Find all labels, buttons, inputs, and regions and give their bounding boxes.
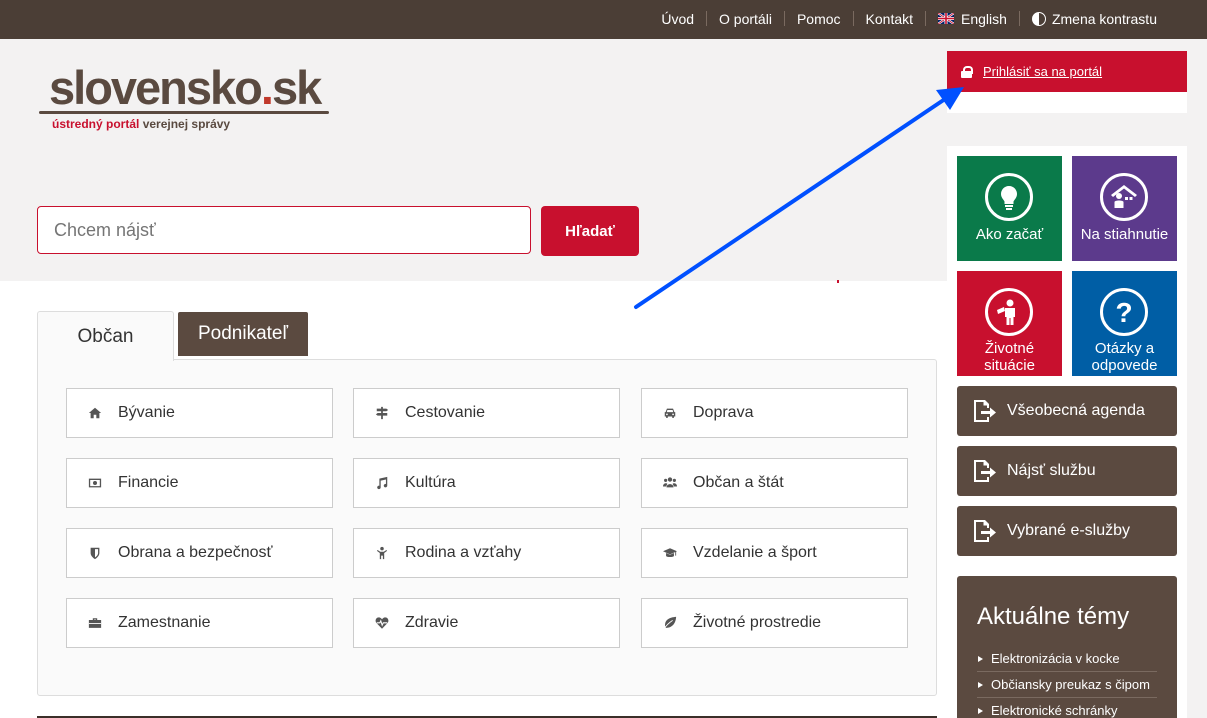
tile-label: Ako začať xyxy=(975,226,1044,243)
search-button[interactable]: Hľadať xyxy=(541,206,639,256)
category-label: Bývanie xyxy=(118,404,175,421)
login-button[interactable]: Prihlásiť sa na portál xyxy=(947,51,1187,92)
document-arrow-icon xyxy=(974,400,996,422)
tile-otazky-a-odpovede[interactable]: ? Otázky a odpovede xyxy=(1072,271,1177,376)
current-topics-list: Elektronizácia v kocke Občiansky preukaz… xyxy=(977,646,1157,718)
category-label: Doprava xyxy=(693,404,754,421)
person-icon xyxy=(985,288,1033,336)
category-label: Obrana a bezpečnosť xyxy=(118,544,273,561)
login-link[interactable]: Prihlásiť sa na portál xyxy=(983,64,1102,79)
leaf-icon xyxy=(662,615,678,631)
portal-logo[interactable]: slovensko.sk ústredný portál verejnej sp… xyxy=(39,60,331,135)
category-label: Zamestnanie xyxy=(118,614,211,631)
tile-ako-zacat[interactable]: Ako začať xyxy=(957,156,1062,261)
category-label: Životné prostredie xyxy=(693,614,822,631)
tile-na-stiahnutie[interactable]: Na stiahnutie xyxy=(1072,156,1177,261)
category-vzdelanie[interactable]: Vzdelanie a šport xyxy=(641,528,908,578)
category-byvanie[interactable]: Bývanie xyxy=(66,388,333,438)
sidebar-item-label: Vybrané e-služby xyxy=(1007,522,1131,539)
sidebar-item-vybrane-e-sluzby[interactable]: Vybrané e-služby xyxy=(957,506,1177,556)
nav-contrast-label: Zmena kontrastu xyxy=(1051,10,1157,27)
money-icon xyxy=(87,475,103,491)
nav-pomoc[interactable]: Pomoc xyxy=(783,11,853,27)
category-zivotne-prostredie[interactable]: Životné prostredie xyxy=(641,598,908,648)
current-topics-title: Aktuálne témy xyxy=(977,603,1130,630)
graduation-cap-icon xyxy=(662,545,678,561)
category-label: Vzdelanie a šport xyxy=(693,544,817,561)
category-doprava[interactable]: Doprava xyxy=(641,388,908,438)
tile-zivotne-situacie[interactable]: Životné situácie xyxy=(957,271,1062,376)
nav-kontakt[interactable]: Kontakt xyxy=(852,11,925,27)
tile-label: Životné situácie xyxy=(984,340,1035,374)
child-icon xyxy=(374,545,390,561)
lock-icon xyxy=(961,65,973,78)
category-zdravie[interactable]: Zdravie xyxy=(353,598,620,648)
document-arrow-icon xyxy=(974,520,996,542)
briefcase-icon xyxy=(87,615,103,631)
signpost-icon xyxy=(374,405,390,421)
lightbulb-icon xyxy=(985,173,1033,221)
car-icon xyxy=(662,405,678,421)
category-label: Cestovanie xyxy=(405,404,486,421)
category-label: Zdravie xyxy=(405,614,459,631)
shield-icon xyxy=(87,545,103,561)
category-label: Rodina a vzťahy xyxy=(405,544,522,561)
home-icon xyxy=(87,405,103,421)
sidebar-item-vseobecna-agenda[interactable]: Všeobecná agenda xyxy=(957,386,1177,436)
category-label: Občan a štát xyxy=(693,474,784,491)
tile-label: Otázky a odpovede xyxy=(1091,340,1158,374)
tab-obcan[interactable]: Občan xyxy=(37,311,174,361)
category-kultura[interactable]: Kultúra xyxy=(353,458,620,508)
nav-english[interactable]: English xyxy=(925,10,1019,27)
tab-podnikatel[interactable]: Podnikateľ xyxy=(178,312,308,356)
music-icon xyxy=(374,475,390,491)
nav-o-portali[interactable]: O portáli xyxy=(706,11,784,27)
topic-link[interactable]: Elektronizácia v kocke xyxy=(977,646,1157,672)
tile-label: Na stiahnutie xyxy=(1080,226,1169,243)
logo-underline xyxy=(39,111,329,114)
heartbeat-icon xyxy=(374,615,390,631)
sidebar-item-label: Všeobecná agenda xyxy=(1007,402,1145,419)
top-bar: Úvod O portáli Pomoc Kontakt English Zme… xyxy=(0,0,1207,39)
category-label: Financie xyxy=(118,474,179,491)
logo-tagline: ústredný portál verejnej správy xyxy=(52,117,231,131)
decorative-dot xyxy=(837,280,839,283)
category-obrana[interactable]: Obrana a bezpečnosť xyxy=(66,528,333,578)
current-topics-panel: Aktuálne témy Elektronizácia v kocke Obč… xyxy=(957,576,1177,718)
category-zamestnanie[interactable]: Zamestnanie xyxy=(66,598,333,648)
topic-link[interactable]: Občiansky preukaz s čipom xyxy=(977,672,1157,698)
uk-flag-icon xyxy=(938,13,955,24)
question-icon: ? xyxy=(1100,288,1148,336)
category-obcan-a-stat[interactable]: Občan a štát xyxy=(641,458,908,508)
category-label: Kultúra xyxy=(405,474,456,491)
nav-uvod[interactable]: Úvod xyxy=(649,11,706,27)
nav-contrast[interactable]: Zmena kontrastu xyxy=(1018,10,1169,27)
sidebar-item-label: Nájsť službu xyxy=(1007,462,1096,479)
search-input[interactable] xyxy=(37,206,531,254)
logo-wordmark: slovensko.sk xyxy=(49,61,322,114)
category-cestovanie[interactable]: Cestovanie xyxy=(353,388,620,438)
sidebar-item-najst-sluzbu[interactable]: Nájsť službu xyxy=(957,446,1177,496)
login-box: Prihlásiť sa na portál xyxy=(947,51,1187,113)
users-icon xyxy=(662,475,678,491)
category-financie[interactable]: Financie xyxy=(66,458,333,508)
house-person-icon xyxy=(1100,173,1148,221)
document-arrow-icon xyxy=(974,460,996,482)
topic-link[interactable]: Elektronické schránky xyxy=(977,698,1157,718)
contrast-icon xyxy=(1031,11,1046,26)
top-nav: Úvod O portáli Pomoc Kontakt English Zme… xyxy=(649,0,1169,37)
category-rodina[interactable]: Rodina a vzťahy xyxy=(353,528,620,578)
nav-english-label: English xyxy=(961,10,1007,27)
